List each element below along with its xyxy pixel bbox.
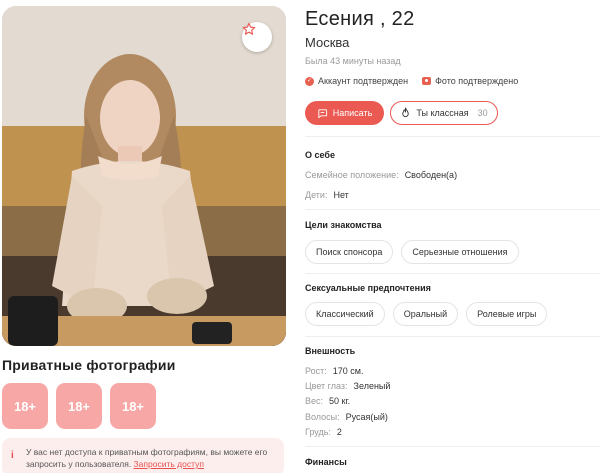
photo-verified-label: Фото подтверждено bbox=[435, 76, 519, 86]
about-title: О себе bbox=[305, 150, 335, 160]
info-icon: i bbox=[11, 450, 14, 461]
profile-photo-image bbox=[2, 6, 286, 346]
goal-chip[interactable]: Поиск спонсора bbox=[305, 240, 394, 264]
about-children-key: Дети: bbox=[305, 190, 328, 200]
appearance-weight-key: Вес: bbox=[305, 396, 324, 406]
profile-city: Москва bbox=[305, 35, 350, 50]
divider bbox=[305, 336, 600, 337]
check-icon: ✓ bbox=[305, 76, 314, 86]
star-icon bbox=[242, 22, 256, 35]
private-photo-thumb[interactable]: 18+ bbox=[110, 383, 156, 429]
profile-name: Есения , 22 bbox=[305, 8, 415, 30]
private-photo-thumb[interactable]: 18+ bbox=[56, 383, 102, 429]
appearance-height-key: Рост: bbox=[305, 366, 327, 376]
appearance-hair-value: Русая(ый) bbox=[345, 412, 388, 422]
preference-chip[interactable]: Классический bbox=[305, 302, 385, 326]
appearance-breast: Грудь: 2 bbox=[305, 427, 342, 437]
camera-icon bbox=[422, 77, 432, 85]
goals-chips: Поиск спонсора Серьезные отношения bbox=[305, 240, 519, 264]
verification-badges: ✓ Аккаунт подтвержден Фото подтверждено bbox=[305, 76, 518, 86]
last-seen: Была 43 минуты назад bbox=[305, 56, 401, 66]
appearance-weight: Вес: 50 кг. bbox=[305, 396, 350, 406]
photo-verified-badge: Фото подтверждено bbox=[422, 76, 518, 86]
chat-icon bbox=[318, 108, 327, 118]
about-marital-value: Свободен(а) bbox=[404, 170, 458, 180]
request-access-link[interactable]: Запросить доступ bbox=[134, 459, 204, 469]
private-photos-list: 18+ 18+ 18+ bbox=[2, 383, 156, 429]
appearance-title: Внешность bbox=[305, 346, 356, 356]
appearance-eyes: Цвет глаз: Зеленый bbox=[305, 381, 390, 391]
divider bbox=[305, 136, 600, 137]
appearance-hair: Волосы: Русая(ый) bbox=[305, 412, 388, 422]
preference-chip[interactable]: Оральный bbox=[392, 302, 459, 326]
appearance-weight-value: 50 кг. bbox=[329, 396, 351, 406]
write-message-label: Написать bbox=[332, 108, 373, 118]
finance-title: Финансы bbox=[305, 457, 347, 467]
compliment-count: 30 bbox=[477, 108, 488, 118]
write-message-button[interactable]: Написать bbox=[305, 101, 384, 125]
account-verified-badge: ✓ Аккаунт подтвержден bbox=[305, 76, 408, 86]
appearance-breast-key: Грудь: bbox=[305, 427, 331, 437]
preferences-title: Сексуальные предпочтения bbox=[305, 283, 431, 293]
private-access-note: i У вас нет доступа к приватным фотограф… bbox=[2, 438, 284, 473]
account-verified-label: Аккаунт подтвержден bbox=[318, 76, 409, 86]
appearance-eyes-key: Цвет глаз: bbox=[305, 381, 348, 391]
goal-chip[interactable]: Серьезные отношения bbox=[401, 240, 519, 264]
favorite-button[interactable] bbox=[242, 22, 272, 52]
about-marital-key: Семейное положение: bbox=[305, 170, 399, 180]
about-marital: Семейное положение: Свободен(а) bbox=[305, 170, 457, 180]
goals-title: Цели знакомства bbox=[305, 220, 382, 230]
about-children-value: Нет bbox=[333, 190, 349, 200]
profile-photo[interactable] bbox=[2, 6, 286, 346]
flame-icon bbox=[402, 107, 410, 118]
about-children: Дети: Нет bbox=[305, 190, 349, 200]
appearance-breast-value: 2 bbox=[336, 427, 342, 437]
divider bbox=[305, 209, 600, 210]
profile-actions: Написать Ты классная 30 bbox=[305, 101, 498, 125]
appearance-height: Рост: 170 см. bbox=[305, 366, 363, 376]
appearance-hair-key: Волосы: bbox=[305, 412, 340, 422]
divider bbox=[305, 273, 600, 274]
compliment-button[interactable]: Ты классная 30 bbox=[390, 101, 498, 125]
private-photos-title: Приватные фотографии bbox=[2, 357, 176, 373]
preference-chip[interactable]: Ролевые игры bbox=[466, 302, 548, 326]
preferences-chips: Классический Оральный Ролевые игры bbox=[305, 302, 548, 326]
appearance-eyes-value: Зеленый bbox=[353, 381, 391, 391]
profile-info: Есения , 22 Москва Была 43 минуты назад … bbox=[305, 0, 600, 473]
private-photo-thumb[interactable]: 18+ bbox=[2, 383, 48, 429]
appearance-height-value: 170 см. bbox=[332, 366, 364, 376]
compliment-label: Ты классная bbox=[416, 108, 469, 118]
divider bbox=[305, 446, 600, 447]
